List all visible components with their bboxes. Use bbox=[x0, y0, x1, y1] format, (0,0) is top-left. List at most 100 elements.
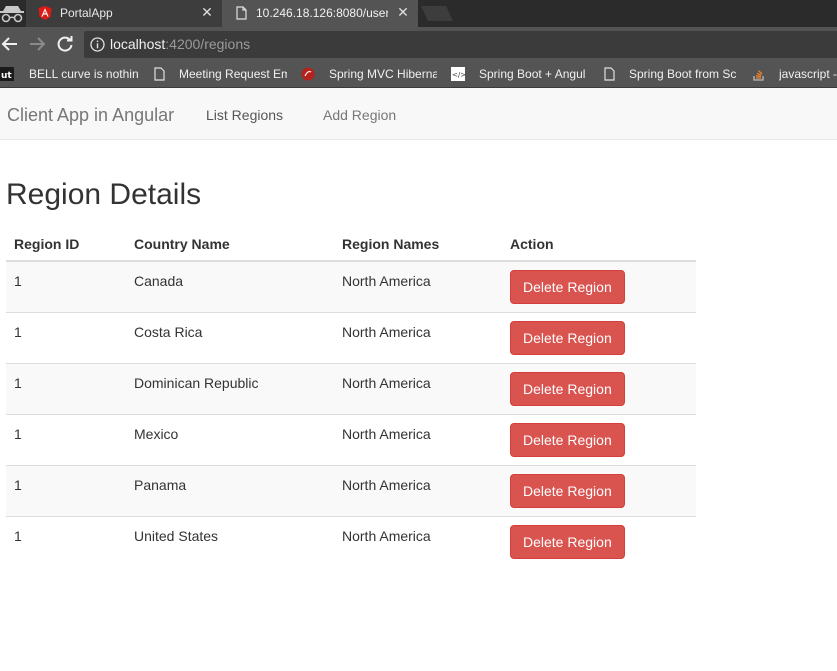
info-icon[interactable] bbox=[90, 37, 105, 52]
delete-region-button[interactable]: Delete Region bbox=[510, 423, 625, 457]
code-icon: </> bbox=[451, 67, 465, 81]
tab-title: 10.246.18.126:8080/user- bbox=[256, 6, 388, 20]
browser-tab-strip: PortalApp ✕ 10.246.18.126:8080/user- ✕ bbox=[0, 0, 837, 27]
country-name: Panama bbox=[134, 477, 187, 493]
action-cell: Delete Region bbox=[502, 465, 696, 517]
action-cell: Delete Region bbox=[502, 414, 696, 466]
table-row: 1 Mexico North America Delete Region bbox=[6, 414, 696, 466]
tab-user-api[interactable]: 10.246.18.126:8080/user- ✕ bbox=[222, 0, 418, 27]
bookmark-label: Meeting Request Em bbox=[179, 67, 287, 81]
browser-toolbar: localhost:4200/regions bbox=[0, 27, 837, 62]
angular-icon bbox=[38, 6, 52, 20]
region-id-cell: 1 bbox=[6, 312, 126, 364]
country-name: Mexico bbox=[134, 426, 179, 442]
table-row: 1 Canada North America Delete Region bbox=[6, 260, 696, 313]
action-cell: Delete Region bbox=[502, 260, 696, 313]
country-name-cell: Panama bbox=[126, 465, 334, 517]
region-name-cell: North America bbox=[334, 363, 502, 415]
region-id: 1 bbox=[14, 273, 22, 289]
bookmark-label: Spring MVC Hiberna bbox=[329, 67, 437, 81]
region-id-cell: 1 bbox=[6, 363, 126, 415]
column-header-action: Action bbox=[502, 228, 696, 262]
region-id-cell: 1 bbox=[6, 260, 126, 313]
column-header-region-id: Region ID bbox=[6, 228, 126, 262]
region-id: 1 bbox=[14, 477, 22, 493]
forward-arrow-icon[interactable] bbox=[27, 34, 47, 54]
bookmarks-bar: ut BELL curve is nothing Meeting Request… bbox=[0, 62, 837, 88]
region-id-cell: 1 bbox=[6, 465, 126, 517]
country-name: Dominican Republic bbox=[134, 375, 259, 391]
region-id: 1 bbox=[14, 375, 22, 391]
app-navbar: Client App in Angular List Regions Add R… bbox=[0, 88, 837, 140]
tab-portalapp[interactable]: PortalApp ✕ bbox=[26, 0, 222, 27]
regions-table: Region ID Country Name Region Names Acti… bbox=[6, 228, 696, 567]
country-name-cell: United States bbox=[126, 516, 334, 567]
country-name-cell: Costa Rica bbox=[126, 312, 334, 364]
bookmark-item[interactable]: Meeting Request Em bbox=[153, 66, 293, 83]
bookmark-item[interactable]: ut BELL curve is nothing bbox=[0, 66, 140, 83]
page-icon bbox=[154, 67, 165, 81]
country-name-cell: Canada bbox=[126, 260, 334, 313]
region-id: 1 bbox=[14, 528, 22, 544]
action-cell: Delete Region bbox=[502, 312, 696, 364]
bookmark-item[interactable]: Spring Boot from Sc bbox=[603, 66, 743, 83]
address-bar[interactable]: localhost:4200/regions bbox=[84, 31, 837, 58]
tab-title: PortalApp bbox=[60, 6, 113, 20]
column-header-region-names: Region Names bbox=[334, 228, 502, 262]
region-name-cell: North America bbox=[334, 260, 502, 313]
bookmark-label: Spring Boot + Angul bbox=[479, 67, 586, 81]
delete-region-button[interactable]: Delete Region bbox=[510, 270, 625, 304]
url-host: localhost bbox=[110, 36, 166, 52]
bookmark-icon: ut bbox=[0, 67, 14, 81]
svg-text:ut: ut bbox=[1, 71, 12, 81]
close-tab-icon[interactable]: ✕ bbox=[200, 5, 214, 19]
page-icon bbox=[604, 67, 615, 81]
column-header-country-name: Country Name bbox=[126, 228, 334, 262]
region-name: North America bbox=[342, 324, 431, 340]
page-icon bbox=[236, 6, 247, 20]
region-id-cell: 1 bbox=[6, 414, 126, 466]
svg-text:</>: </> bbox=[452, 71, 465, 79]
bookmark-label: javascript - bbox=[779, 67, 837, 81]
url-path: :4200/regions bbox=[165, 36, 251, 52]
reload-icon[interactable] bbox=[55, 34, 75, 54]
delete-region-button[interactable]: Delete Region bbox=[510, 372, 625, 406]
bookmark-label: Spring Boot from Sc bbox=[629, 67, 737, 81]
action-cell: Delete Region bbox=[502, 516, 696, 567]
region-name: North America bbox=[342, 426, 431, 442]
region-name-cell: North America bbox=[334, 312, 502, 364]
bookmark-item[interactable]: javascript - bbox=[752, 66, 837, 83]
country-name: Costa Rica bbox=[134, 324, 203, 340]
region-name-cell: North America bbox=[334, 516, 502, 567]
region-name: North America bbox=[342, 528, 431, 544]
close-tab-icon[interactable]: ✕ bbox=[396, 5, 410, 19]
url-text[interactable]: localhost:4200/regions bbox=[110, 36, 250, 52]
region-id: 1 bbox=[14, 426, 22, 442]
bookmark-label: BELL curve is nothing bbox=[29, 67, 139, 81]
incognito-icon bbox=[0, 6, 24, 23]
table-row: 1 Panama North America Delete Region bbox=[6, 465, 696, 517]
bookmark-item[interactable]: </> Spring Boot + Angul bbox=[451, 66, 591, 83]
region-name: North America bbox=[342, 477, 431, 493]
delete-region-button[interactable]: Delete Region bbox=[510, 321, 625, 355]
back-arrow-icon[interactable] bbox=[0, 34, 20, 54]
table-row: 1 Dominican Republic North America Delet… bbox=[6, 363, 696, 415]
country-name: United States bbox=[134, 528, 219, 544]
region-name-cell: North America bbox=[334, 414, 502, 466]
app-brand[interactable]: Client App in Angular bbox=[7, 105, 174, 126]
bookmark-item[interactable]: Spring MVC Hiberna bbox=[301, 66, 441, 83]
delete-region-button[interactable]: Delete Region bbox=[510, 525, 625, 559]
table-row: 1 Costa Rica North America Delete Region bbox=[6, 312, 696, 364]
delete-region-button[interactable]: Delete Region bbox=[510, 474, 625, 508]
spring-icon bbox=[301, 67, 315, 81]
region-name-cell: North America bbox=[334, 465, 502, 517]
action-cell: Delete Region bbox=[502, 363, 696, 415]
new-tab-button[interactable] bbox=[420, 6, 454, 21]
nav-list-regions[interactable]: List Regions bbox=[206, 107, 283, 123]
table-header-row: Region ID Country Name Region Names Acti… bbox=[6, 228, 696, 262]
page-title: Region Details bbox=[6, 178, 202, 211]
country-name-cell: Mexico bbox=[126, 414, 334, 466]
country-name-cell: Dominican Republic bbox=[126, 363, 334, 415]
region-id-cell: 1 bbox=[6, 516, 126, 567]
nav-add-region[interactable]: Add Region bbox=[323, 107, 396, 123]
